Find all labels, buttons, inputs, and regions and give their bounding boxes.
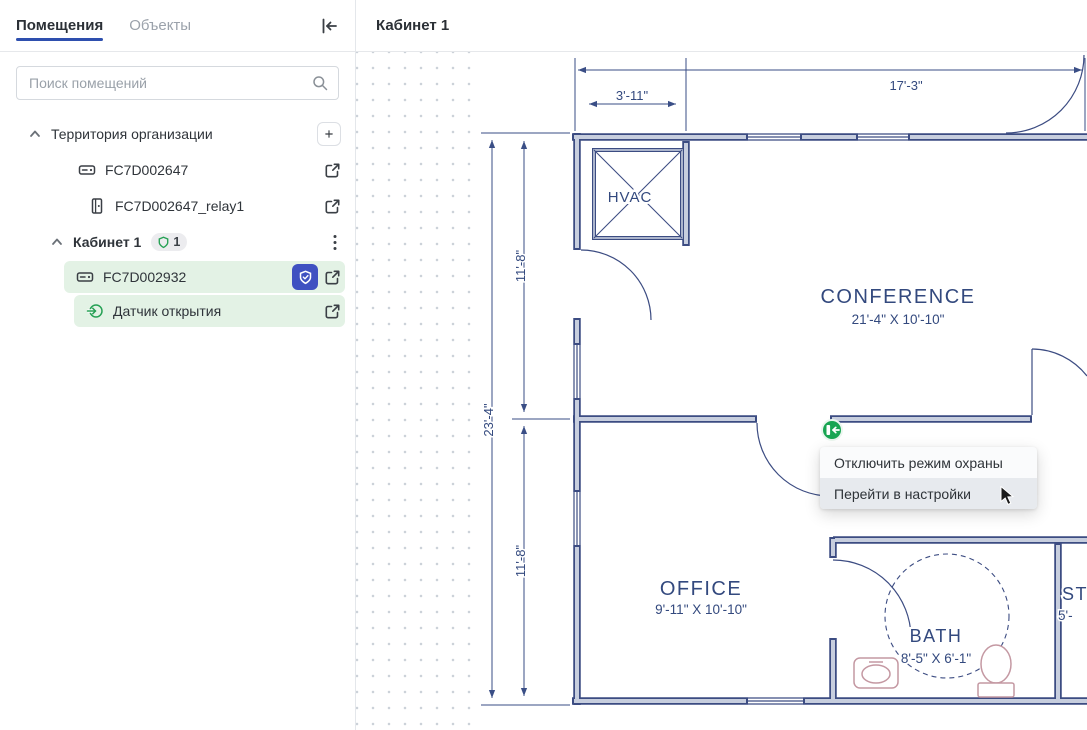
plan-sheet bbox=[478, 52, 1087, 730]
tree-label-device-647: FC7D002647 bbox=[105, 162, 188, 178]
chevron-up-icon[interactable] bbox=[50, 235, 64, 249]
dim-label-top-sub: 3'-11" bbox=[616, 88, 649, 103]
dim-label-left-total: 23'-4" bbox=[481, 403, 496, 437]
room-label-hvac: HVAC bbox=[608, 189, 653, 206]
tree-row-device-932[interactable]: FC7D002932 bbox=[0, 260, 355, 294]
room-dims-storage: 5'- bbox=[1058, 608, 1073, 623]
device-icon bbox=[78, 161, 96, 179]
tree-label-territory: Территория организации bbox=[51, 126, 213, 142]
selected-device-row[interactable]: FC7D002932 bbox=[64, 261, 345, 293]
shield-icon bbox=[158, 236, 169, 249]
dim-label-left-upper: 11'-8" bbox=[513, 250, 528, 283]
open-in-new-icon bbox=[324, 162, 341, 179]
page-title: Кабинет 1 bbox=[376, 17, 449, 34]
sidebar-header: Помещения Объекты bbox=[0, 0, 355, 52]
collapse-sidebar-button[interactable] bbox=[319, 16, 339, 36]
room-label-office: OFFICE bbox=[660, 578, 742, 600]
sidebar: Помещения Объекты bbox=[0, 0, 356, 730]
room-dims-conference: 21'-4" X 10'-10" bbox=[852, 312, 945, 327]
open-in-new-icon bbox=[324, 303, 341, 320]
main-header: Кабинет 1 bbox=[356, 0, 1087, 52]
tab-objects[interactable]: Объекты bbox=[129, 0, 191, 52]
search-input[interactable] bbox=[16, 66, 339, 100]
menu-item-settings-label: Перейти в настройки bbox=[834, 486, 971, 502]
open-in-new-icon bbox=[324, 269, 341, 286]
tab-rooms-label: Помещения bbox=[16, 17, 103, 34]
open-in-new-icon bbox=[324, 198, 341, 215]
collapse-panel-icon bbox=[319, 16, 339, 36]
tree-label-device-932: FC7D002932 bbox=[103, 269, 186, 285]
main-panel: Кабинет 1 bbox=[356, 0, 1087, 730]
open-relay-button[interactable] bbox=[324, 198, 341, 215]
room-dims-office: 9'-11" X 10'-10" bbox=[655, 602, 747, 617]
room-search bbox=[16, 66, 339, 100]
menu-item-disarm-label: Отключить режим охраны bbox=[834, 455, 1003, 471]
kebab-menu-icon bbox=[333, 234, 337, 251]
tree-label-relay: FC7D002647_relay1 bbox=[115, 198, 244, 214]
toilet bbox=[981, 645, 1011, 683]
floorplan-svg: 3'-11" 17'-3" 23'-4" 11'-8" 11'-8" bbox=[356, 52, 1087, 730]
room-label-conference: CONFERENCE bbox=[820, 286, 975, 308]
tab-rooms[interactable]: Помещения bbox=[16, 0, 103, 52]
tree-label-kabinet1: Кабинет 1 bbox=[73, 234, 141, 250]
room-label-storage: ST bbox=[1062, 584, 1087, 604]
rooms-tree: Территория организации FC7D002647 bbox=[0, 104, 355, 328]
floorplan-canvas[interactable]: 3'-11" 17'-3" 23'-4" 11'-8" 11'-8" bbox=[356, 52, 1087, 730]
tree-row-sensor[interactable]: Датчик открытия bbox=[0, 294, 355, 328]
dim-label-top-main: 17'-3" bbox=[889, 78, 923, 93]
chevron-up-icon[interactable] bbox=[28, 127, 42, 141]
room-label-bath: BATH bbox=[910, 626, 963, 646]
tree-label-sensor: Датчик открытия bbox=[113, 303, 221, 319]
plus-icon bbox=[324, 127, 334, 141]
relay-icon bbox=[88, 197, 106, 215]
dim-label-left-lower: 11'-8" bbox=[513, 545, 528, 578]
tree-row-room-kabinet1[interactable]: Кабинет 1 1 bbox=[0, 224, 355, 260]
open-sensor-icon bbox=[86, 302, 104, 320]
room-dims-bath: 8'-5" X 6'-1" bbox=[901, 651, 971, 666]
sensor-marker[interactable] bbox=[822, 420, 842, 440]
menu-item-disarm[interactable]: Отключить режим охраны bbox=[820, 447, 1037, 478]
open-device-647-button[interactable] bbox=[324, 162, 341, 179]
tree-row-relay[interactable]: FC7D002647_relay1 bbox=[0, 188, 355, 224]
tree-row-device-647[interactable]: FC7D002647 bbox=[0, 152, 355, 188]
tab-objects-label: Объекты bbox=[129, 17, 191, 34]
search-icon bbox=[312, 75, 328, 91]
tree-row-territory[interactable]: Территория организации bbox=[0, 116, 355, 152]
armed-count: 1 bbox=[173, 235, 180, 249]
mouse-cursor-icon bbox=[1000, 486, 1016, 506]
armed-count-badge: 1 bbox=[151, 233, 187, 251]
shield-check-icon bbox=[299, 270, 312, 285]
room-kebab-menu-button[interactable] bbox=[333, 234, 337, 251]
open-device-932-button[interactable] bbox=[324, 269, 341, 286]
open-sensor-button[interactable] bbox=[324, 303, 341, 320]
guard-mode-button[interactable] bbox=[292, 264, 318, 290]
selected-sensor-row[interactable]: Датчик открытия bbox=[74, 295, 345, 327]
device-icon bbox=[76, 268, 94, 286]
add-room-button[interactable] bbox=[317, 122, 341, 146]
